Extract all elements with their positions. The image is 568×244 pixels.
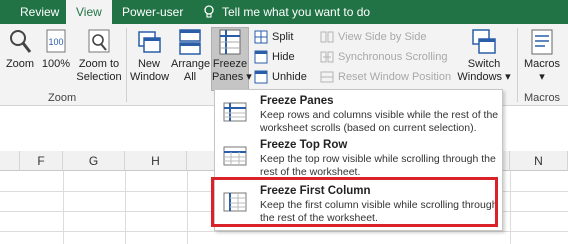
new-window-label-1: New: [137, 58, 160, 70]
freeze-panes-icon: [223, 102, 247, 122]
new-window-label-2: Window: [130, 71, 170, 83]
zoom-100-button[interactable]: 100 100%: [40, 28, 72, 71]
split-icon: [254, 30, 268, 44]
column-header-g[interactable]: G: [63, 151, 125, 171]
menu-item-freeze-panes[interactable]: Freeze Panes Keep rows and columns visib…: [215, 92, 504, 138]
zoom-selection-label-2: Selection: [76, 71, 122, 83]
freeze-panes-button[interactable]: Freeze Panes ▾: [212, 28, 252, 84]
macros-group-label: Macros: [524, 92, 561, 104]
view-side-by-side-label: View Side by Side: [338, 31, 427, 43]
group-divider: [517, 28, 518, 102]
svg-text:100: 100: [48, 37, 63, 47]
zoom-label: Zoom: [5, 58, 35, 70]
switch-windows-icon: [472, 29, 496, 54]
magnifier-icon: [10, 30, 32, 53]
hide-window-icon: [254, 50, 268, 64]
zoom-to-selection-button[interactable]: Zoom to Selection: [76, 28, 122, 84]
freeze-panes-label-2: Panes ▾: [212, 71, 252, 83]
split-button[interactable]: Split: [254, 28, 293, 46]
hide-label: Hide: [272, 51, 295, 63]
menu-item-description: Keep the top row visible while scrolling…: [260, 153, 496, 178]
select-all-corner[interactable]: [0, 151, 20, 171]
macros-label-2: ▾: [539, 71, 545, 83]
zoom-100-icon: 100: [46, 29, 66, 53]
column-gridline: [187, 171, 188, 244]
synchronous-scrolling-button[interactable]: Synchronous Scrolling: [320, 48, 447, 66]
arrange-all-icon: [179, 29, 201, 55]
unhide-label: Unhide: [272, 71, 307, 83]
zoom-selection-label-1: Zoom to: [78, 58, 120, 70]
freeze-panes-icon: [219, 29, 241, 55]
zoom-selection-icon: [88, 29, 110, 53]
split-label: Split: [272, 31, 294, 43]
row-gridline: [0, 231, 568, 232]
unhide-button[interactable]: Unhide: [254, 68, 307, 86]
new-window-icon: [138, 31, 161, 53]
column-header-n[interactable]: N: [510, 151, 568, 171]
macros-button[interactable]: Macros ▾: [521, 28, 563, 84]
zoom-group-label: Zoom: [48, 92, 77, 104]
arrange-all-label-1: Arrange: [171, 58, 211, 70]
column-header-h[interactable]: H: [125, 151, 187, 171]
macros-label-1: Macros: [523, 58, 561, 70]
lightbulb-icon: [204, 5, 214, 18]
freeze-top-row-icon: [223, 146, 247, 166]
tab-review[interactable]: Review: [10, 0, 69, 24]
switch-windows-label-2: Windows ▾: [457, 71, 511, 83]
arrange-all-button[interactable]: Arrange All: [171, 28, 211, 84]
group-divider: [126, 28, 127, 102]
highlight-box: [211, 177, 498, 227]
unhide-window-icon: [254, 70, 268, 84]
freeze-panes-label-1: Freeze: [212, 58, 248, 70]
switch-windows-button[interactable]: Switch Windows ▾: [455, 28, 513, 84]
hide-button[interactable]: Hide: [254, 48, 295, 66]
sync-scroll-icon: [320, 51, 334, 63]
column-header-f[interactable]: F: [20, 151, 63, 171]
column-gridline: [125, 171, 126, 244]
menu-item-freeze-top-row[interactable]: Freeze Top Row Keep the top row visible …: [215, 136, 504, 182]
zoom-button[interactable]: Zoom: [4, 28, 36, 71]
reset-window-position-button[interactable]: Reset Window Position: [320, 68, 451, 86]
switch-windows-label-1: Switch: [467, 58, 501, 70]
reset-position-icon: [320, 71, 334, 83]
column-gridline: [510, 171, 511, 244]
synchronous-scrolling-label: Synchronous Scrolling: [338, 51, 448, 63]
side-by-side-icon: [320, 31, 334, 43]
tell-me-label: Tell me what you want to do: [222, 5, 371, 19]
menu-item-title: Freeze Top Row: [260, 139, 348, 151]
column-gridline: [63, 171, 64, 244]
new-window-button[interactable]: New Window: [130, 28, 170, 84]
macros-icon: [531, 29, 553, 55]
tab-view[interactable]: View: [66, 0, 112, 25]
menu-item-title: Freeze Panes: [260, 95, 334, 107]
reset-window-position-label: Reset Window Position: [338, 71, 452, 83]
view-side-by-side-button[interactable]: View Side by Side: [320, 28, 426, 46]
tab-power-user[interactable]: Power-user: [112, 0, 193, 24]
arrange-all-label-2: All: [183, 71, 197, 83]
menu-item-description: Keep rows and columns visible while the …: [260, 109, 499, 134]
tell-me-search[interactable]: Tell me what you want to do: [192, 0, 380, 24]
ribbon-tab-bar: Review View Power-user Tell me what you …: [0, 0, 568, 25]
zoom-100-label: 100%: [41, 58, 71, 70]
